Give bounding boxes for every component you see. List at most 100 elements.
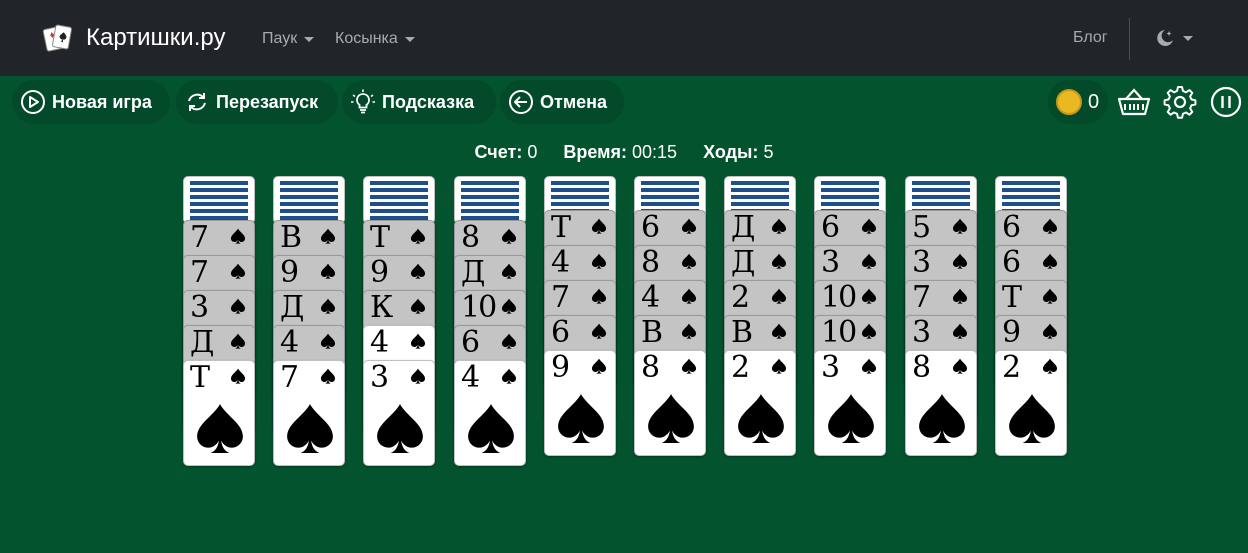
- card-rank: Т: [190, 360, 210, 395]
- spade-icon: [771, 253, 787, 269]
- spade-icon: [828, 394, 874, 443]
- spade-icon: [501, 228, 517, 244]
- card-rank: Д: [731, 210, 755, 245]
- playing-card[interactable]: 4: [454, 360, 526, 466]
- pause-icon[interactable]: [1208, 84, 1244, 120]
- spade-icon: [771, 288, 787, 304]
- nav-dropdown-klondike[interactable]: Косынка: [335, 30, 415, 48]
- playing-card[interactable]: 3: [363, 360, 435, 466]
- card-rank: 3: [821, 245, 840, 280]
- spade-icon: [410, 298, 426, 314]
- card-rank: 6: [1002, 245, 1021, 280]
- card-rank: 3: [821, 350, 840, 385]
- nav-dropdown-spider[interactable]: Паук: [262, 30, 315, 48]
- playing-card[interactable]: 2: [995, 350, 1067, 456]
- card-rank: 5: [912, 210, 931, 245]
- card-rank: 9: [280, 255, 299, 290]
- spade-icon: [320, 228, 336, 244]
- spade-icon: [1042, 253, 1058, 269]
- playing-card[interactable]: 8: [905, 350, 977, 456]
- card-back: [363, 176, 435, 224]
- card-rank: 8: [912, 350, 931, 385]
- card-rank: 3: [190, 290, 209, 325]
- card-rank: 3: [912, 245, 931, 280]
- card-rank: 7: [280, 360, 299, 395]
- card-rank: 4: [280, 325, 299, 360]
- spade-icon: [287, 404, 333, 453]
- playing-card[interactable]: 3: [814, 350, 886, 456]
- card-rank: 4: [641, 280, 660, 315]
- spade-icon: [1009, 394, 1055, 443]
- playing-card[interactable]: 7: [273, 360, 345, 466]
- cards-logo-icon: [42, 24, 72, 52]
- nav-divider: [1129, 18, 1130, 60]
- spade-icon: [591, 323, 607, 339]
- spade-icon: [501, 333, 517, 349]
- spade-icon: [230, 228, 246, 244]
- playing-card[interactable]: 8: [634, 350, 706, 456]
- spade-icon: [681, 253, 697, 269]
- spade-icon: [1042, 288, 1058, 304]
- card-rank: К: [370, 290, 393, 325]
- gear-icon[interactable]: [1162, 84, 1198, 120]
- spade-icon: [952, 288, 968, 304]
- theme-toggle-button[interactable]: [1154, 27, 1193, 49]
- spade-icon: [738, 394, 784, 443]
- spade-icon: [320, 263, 336, 279]
- navbar: Картишки.ру Паук Косынка Блог: [0, 0, 1248, 76]
- restart-label: Перезапуск: [216, 91, 319, 112]
- restart-icon: [188, 93, 206, 111]
- card-rank: 9: [370, 255, 389, 290]
- spade-icon: [861, 253, 877, 269]
- card-rank: 2: [1002, 350, 1021, 385]
- new-game-button[interactable]: Новая игра: [12, 80, 170, 124]
- spade-icon: [681, 358, 697, 374]
- card-back: [454, 176, 526, 224]
- spade-icon: [197, 404, 243, 453]
- spade-icon: [230, 333, 246, 349]
- card-rank: 3: [370, 360, 389, 395]
- card-rank: Д: [190, 325, 214, 360]
- time-value: 00:15: [632, 142, 678, 162]
- card-rank: В: [641, 315, 663, 350]
- spade-icon: [952, 218, 968, 234]
- undo-button[interactable]: Отмена: [500, 80, 624, 124]
- spade-icon: [320, 368, 336, 384]
- spade-icon: [230, 298, 246, 314]
- card-rank: В: [731, 315, 753, 350]
- spade-icon: [320, 298, 336, 314]
- spade-icon: [1042, 323, 1058, 339]
- hint-label: Подсказка: [382, 91, 475, 112]
- brand-name: Картишки.ру: [86, 24, 226, 51]
- nav-link-blog[interactable]: Блог: [1073, 29, 1108, 47]
- card-back: [183, 176, 255, 224]
- card-rank: 7: [912, 280, 931, 315]
- spade-icon: [558, 394, 604, 443]
- score-label: Счет:: [474, 142, 523, 162]
- hint-button[interactable]: Подсказка: [342, 80, 496, 124]
- coin-balance[interactable]: 0: [1048, 80, 1108, 124]
- playing-card[interactable]: 9: [544, 350, 616, 456]
- spade-icon: [771, 323, 787, 339]
- card-rank: 8: [461, 220, 480, 255]
- spade-icon: [501, 368, 517, 384]
- card-back: [273, 176, 345, 224]
- spade-icon: [591, 218, 607, 234]
- new-game-label: Новая игра: [52, 91, 152, 112]
- coin-count: 0: [1088, 90, 1100, 113]
- spade-icon: [681, 218, 697, 234]
- restart-button[interactable]: Перезапуск: [176, 80, 338, 124]
- card-rank: 4: [370, 325, 389, 360]
- brand-link[interactable]: Картишки.ру: [42, 22, 225, 54]
- playing-card[interactable]: Т: [183, 360, 255, 466]
- spade-icon: [681, 288, 697, 304]
- card-rank: 2: [731, 280, 750, 315]
- play-circle-icon: [21, 90, 45, 114]
- playing-card[interactable]: 2: [724, 350, 796, 456]
- card-rank: 6: [461, 325, 480, 360]
- basket-icon[interactable]: [1116, 84, 1152, 120]
- spade-icon: [952, 358, 968, 374]
- card-rank: 7: [551, 280, 570, 315]
- spade-icon: [861, 288, 877, 304]
- spade-icon: [861, 358, 877, 374]
